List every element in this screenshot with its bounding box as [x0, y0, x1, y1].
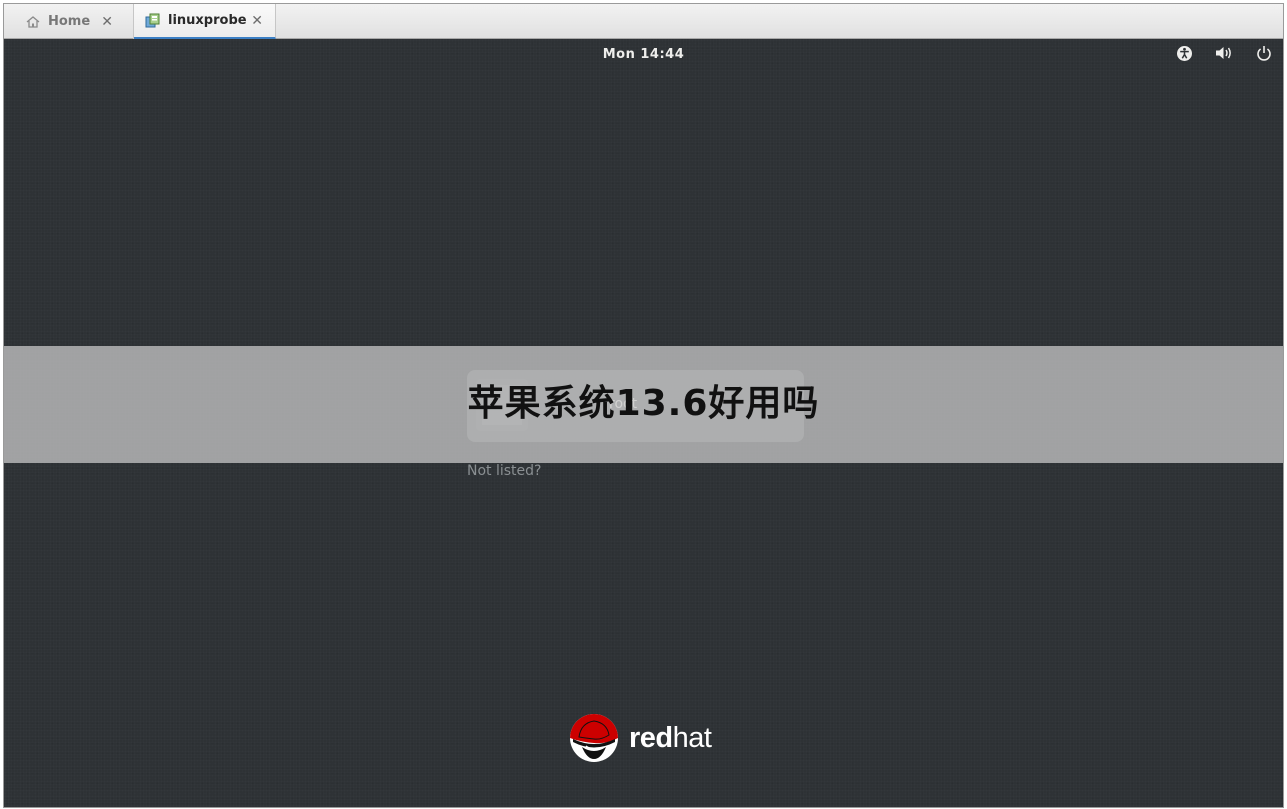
- redhat-wordmark: redhat: [629, 721, 712, 755]
- tab-bar: Home ✕ linuxprobe ✕: [4, 4, 1283, 39]
- redhat-logo: redhat: [569, 713, 712, 763]
- tab-home[interactable]: Home ✕: [4, 4, 134, 39]
- home-icon: [24, 13, 42, 31]
- tab-linuxprobe[interactable]: linuxprobe ✕: [134, 4, 276, 39]
- system-status-area[interactable]: [1175, 44, 1273, 62]
- wordmark-light: hat: [672, 721, 712, 754]
- vm-screen[interactable]: Mon 14:44 Not listed? 苹果系统13.6好用吗 redhat: [4, 39, 1283, 807]
- volume-icon[interactable]: [1215, 44, 1233, 62]
- tab-home-label: Home: [48, 14, 91, 29]
- redhat-shadowman-icon: [570, 714, 618, 762]
- close-icon[interactable]: ✕: [251, 13, 263, 29]
- tab-linuxprobe-label: linuxprobe: [168, 13, 247, 28]
- overlay-title: 苹果系统13.6好用吗: [467, 383, 820, 424]
- clock[interactable]: Mon 14:44: [4, 47, 1283, 62]
- accessibility-icon[interactable]: [1175, 44, 1193, 62]
- close-icon[interactable]: ✕: [101, 14, 113, 30]
- power-icon[interactable]: [1255, 44, 1273, 62]
- wordmark-bold: red: [629, 721, 673, 754]
- vm-icon: [144, 12, 162, 30]
- vmware-window: Home ✕ linuxprobe ✕ Mon 14:44 Not listed…: [3, 3, 1284, 808]
- not-listed-link[interactable]: Not listed?: [467, 463, 541, 479]
